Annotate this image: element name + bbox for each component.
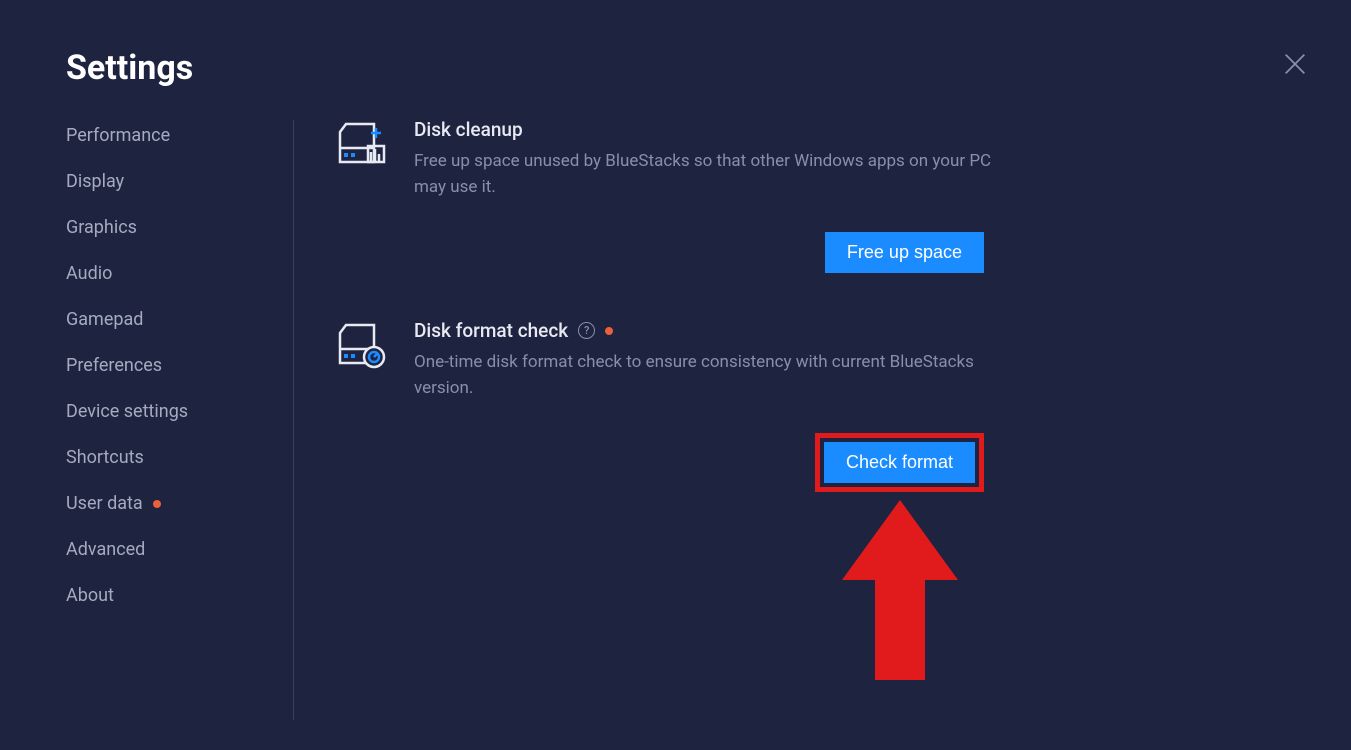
sidebar-item-label: Performance (66, 125, 170, 146)
close-icon (1281, 50, 1309, 78)
sidebar-item-label: Advanced (66, 539, 145, 560)
sidebar-item-label: Graphics (66, 217, 137, 238)
disk-cleanup-icon (332, 118, 386, 172)
notification-dot-icon (605, 327, 613, 335)
sidebar-item-label: User data (66, 493, 143, 514)
sidebar-item-device-settings[interactable]: Device settings (66, 401, 286, 422)
section-disk-format-check: Disk format check ? One-time disk format… (332, 319, 992, 401)
sidebar-item-shortcuts[interactable]: Shortcuts (66, 447, 286, 468)
sidebar-item-label: Shortcuts (66, 447, 144, 468)
disk-format-check-icon (332, 319, 386, 373)
sidebar-item-label: Audio (66, 263, 112, 284)
help-icon[interactable]: ? (578, 322, 595, 339)
sidebar-item-display[interactable]: Display (66, 171, 286, 192)
section-description: One-time disk format check to ensure con… (414, 350, 992, 401)
notification-dot-icon (153, 500, 161, 508)
sidebar-item-advanced[interactable]: Advanced (66, 539, 286, 560)
sidebar-item-label: Preferences (66, 355, 162, 376)
page-title: Settings (66, 48, 193, 88)
sidebar-item-label: Gamepad (66, 309, 143, 330)
sidebar-item-preferences[interactable]: Preferences (66, 355, 286, 376)
sidebar-item-performance[interactable]: Performance (66, 125, 286, 146)
sidebar-item-label: About (66, 585, 114, 606)
close-button[interactable] (1281, 50, 1309, 78)
sidebar-item-about[interactable]: About (66, 585, 286, 606)
sidebar-item-graphics[interactable]: Graphics (66, 217, 286, 238)
section-disk-cleanup: Disk cleanup Free up space unused by Blu… (332, 118, 992, 200)
sidebar-item-label: Device settings (66, 401, 188, 422)
section-description: Free up space unused by BlueStacks so th… (414, 149, 992, 200)
sidebar-item-audio[interactable]: Audio (66, 263, 286, 284)
section-title-text: Disk cleanup (414, 118, 523, 141)
sidebar-item-label: Display (66, 171, 124, 192)
annotation-highlight-box: Check format (815, 433, 984, 492)
section-title-text: Disk format check (414, 319, 568, 342)
check-format-button[interactable]: Check format (824, 442, 975, 483)
sidebar-item-gamepad[interactable]: Gamepad (66, 309, 286, 330)
sidebar: Performance Display Graphics Audio Gamep… (66, 125, 286, 606)
content-area: Disk cleanup Free up space unused by Blu… (332, 118, 992, 538)
vertical-divider (293, 120, 294, 720)
sidebar-item-user-data[interactable]: User data (66, 493, 286, 514)
free-up-space-button[interactable]: Free up space (825, 232, 984, 273)
